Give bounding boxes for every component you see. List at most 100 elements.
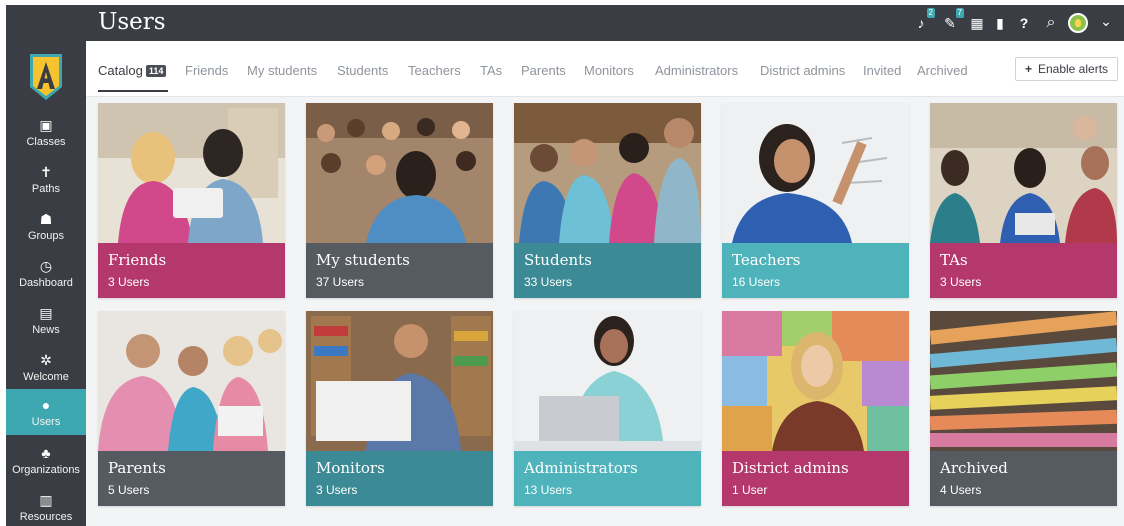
parents-photo	[98, 311, 285, 451]
paths-icon: ✝	[40, 164, 52, 180]
district-admins-photo	[722, 311, 909, 451]
card-friends[interactable]: Friends 3 Users	[98, 103, 285, 298]
sidebar-item-classes[interactable]: ▣ Classes	[6, 111, 86, 157]
tab-parents[interactable]: Parents	[521, 63, 566, 78]
sidebar-item-label: Groups	[27, 230, 65, 242]
enable-alerts-label: Enable alerts	[1037, 62, 1109, 76]
tab-catalog[interactable]: Catalog 114	[98, 63, 167, 78]
sidebar-item-label: Users	[31, 416, 61, 428]
card-title: Monitors	[316, 459, 385, 477]
top-bar: Users ♪ 2 ✎ 7 ▦ ▮ ? ⌕ ⌄	[86, 5, 1124, 41]
tas-photo	[930, 103, 1117, 243]
card-teachers[interactable]: Teachers 16 Users	[722, 103, 909, 298]
groups-icon: ☗	[39, 211, 53, 227]
tab-district-admins[interactable]: District admins	[760, 63, 845, 78]
monitors-photo	[306, 311, 493, 451]
plus-icon: +	[1024, 62, 1032, 76]
card-info: Friends 3 Users	[98, 243, 285, 298]
tab-my-students[interactable]: My students	[247, 63, 317, 78]
card-tas[interactable]: TAs 3 Users	[930, 103, 1117, 298]
announcements-badge: 7	[955, 8, 964, 18]
card-info: My students 37 Users	[306, 243, 493, 298]
sidebar-item-label: Organizations	[12, 464, 80, 476]
card-my-students[interactable]: My students 37 Users	[306, 103, 493, 298]
sidebar: ▣ Classes ✝ Paths ☗ Groups ◷ Dashboard ▤…	[6, 5, 86, 526]
tab-friends[interactable]: Friends	[185, 63, 228, 78]
card-title: Teachers	[732, 251, 801, 269]
tab-monitors[interactable]: Monitors	[584, 63, 634, 78]
card-title: TAs	[940, 251, 968, 269]
card-parents[interactable]: Parents 5 Users	[98, 311, 285, 506]
teachers-photo	[722, 103, 909, 243]
tab-tas[interactable]: TAs	[480, 63, 502, 78]
archived-photo	[930, 311, 1117, 451]
enable-alerts-button[interactable]: + Enable alerts	[1015, 57, 1118, 81]
sidebar-item-groups[interactable]: ☗ Groups	[6, 205, 86, 251]
tab-students[interactable]: Students	[337, 63, 388, 78]
card-archived[interactable]: Archived 4 Users	[930, 311, 1117, 506]
dashboard-icon: ◷	[39, 258, 53, 274]
catalog-count-badge: 114	[145, 65, 167, 77]
tab-administrators[interactable]: Administrators	[655, 63, 738, 78]
card-count: 3 Users	[316, 483, 358, 497]
card-title: My students	[316, 251, 410, 269]
tab-invited[interactable]: Invited	[863, 63, 901, 78]
students-photo	[514, 103, 701, 243]
card-count: 4 Users	[940, 483, 982, 497]
chevron-down-icon[interactable]: ⌄	[1096, 11, 1116, 31]
app-window: ▣ Classes ✝ Paths ☗ Groups ◷ Dashboard ▤…	[6, 5, 1124, 526]
card-info: Archived 4 Users	[930, 451, 1117, 506]
card-count: 37 Users	[316, 275, 365, 289]
calendar-icon[interactable]: ▦	[967, 13, 987, 33]
card-info: Administrators 13 Users	[514, 451, 701, 506]
sidebar-item-label: News	[32, 324, 60, 336]
card-students[interactable]: Students 33 Users	[514, 103, 701, 298]
card-info: Parents 5 Users	[98, 451, 285, 506]
card-title: Friends	[108, 251, 167, 269]
sidebar-item-welcome[interactable]: ✲ Welcome	[6, 346, 86, 392]
card-count: 16 Users	[732, 275, 781, 289]
news-icon: ▤	[39, 305, 53, 321]
card-info: Monitors 3 Users	[306, 451, 493, 506]
welcome-icon: ✲	[40, 352, 52, 368]
sidebar-item-label: Resources	[19, 511, 73, 523]
card-title: Archived	[940, 459, 1008, 477]
card-count: 13 Users	[524, 483, 573, 497]
card-count: 3 Users	[940, 275, 982, 289]
announcements-icon[interactable]: ✎ 7	[940, 8, 964, 33]
active-tab-indicator	[98, 90, 168, 92]
card-info: TAs 3 Users	[930, 243, 1117, 298]
sidebar-item-label: Dashboard	[19, 277, 73, 289]
card-title: District admins	[732, 459, 849, 477]
tab-bar: Catalog 114 Friends My students Students …	[86, 41, 1124, 97]
sidebar-item-dashboard[interactable]: ◷ Dashboard	[6, 252, 86, 298]
sidebar-item-users[interactable]: ● Users	[6, 389, 86, 435]
search-icon[interactable]: ⌕	[1041, 13, 1061, 33]
avatar[interactable]	[1068, 13, 1088, 33]
sidebar-item-paths[interactable]: ✝ Paths	[6, 158, 86, 204]
sidebar-item-label: Welcome	[23, 371, 69, 383]
classes-icon: ▣	[39, 117, 53, 133]
resources-icon: ▥	[39, 492, 53, 508]
card-title: Students	[524, 251, 592, 269]
administrators-photo	[514, 311, 701, 451]
notifications-icon[interactable]: ♪ 2	[911, 8, 935, 33]
sidebar-item-news[interactable]: ▤ News	[6, 299, 86, 345]
card-monitors[interactable]: Monitors 3 Users	[306, 311, 493, 506]
user-icon: ●	[41, 397, 51, 413]
notifications-badge: 2	[926, 8, 935, 18]
sidebar-item-resources[interactable]: ▥ Resources	[6, 486, 86, 526]
card-administrators[interactable]: Administrators 13 Users	[514, 311, 701, 506]
card-district-admins[interactable]: District admins 1 User	[722, 311, 909, 506]
help-icon[interactable]: ?	[1014, 13, 1034, 33]
notifications-glyph: ♪	[917, 15, 925, 31]
card-info: District admins 1 User	[722, 451, 909, 506]
sidebar-item-organizations[interactable]: ♣ Organizations	[6, 439, 86, 485]
sidebar-item-label: Classes	[26, 136, 66, 148]
tab-label: Catalog	[98, 63, 143, 78]
trash-icon[interactable]: ▮	[990, 13, 1010, 33]
app-logo[interactable]	[29, 53, 63, 101]
tab-teachers[interactable]: Teachers	[408, 63, 461, 78]
card-title: Parents	[108, 459, 166, 477]
tab-archived[interactable]: Archived	[917, 63, 968, 78]
